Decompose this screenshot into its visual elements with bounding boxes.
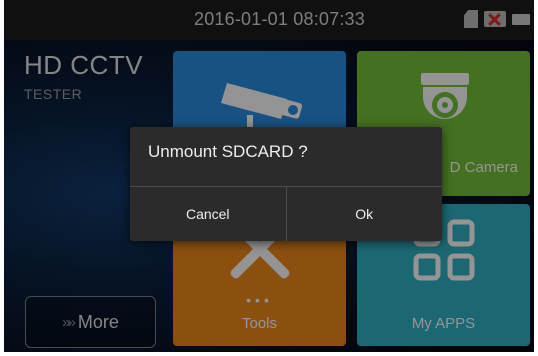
cancel-button[interactable]: Cancel bbox=[130, 187, 286, 241]
unmount-sdcard-dialog: Unmount SDCARD ? Cancel Ok bbox=[130, 127, 442, 241]
double-chevron-right-icon: »» bbox=[62, 313, 76, 331]
brand: HD CCTV TESTER bbox=[24, 50, 143, 102]
tools-page-dots: ••• bbox=[246, 292, 273, 308]
ok-button[interactable]: Ok bbox=[287, 187, 443, 241]
status-datetime: 2016-01-01 08:07:33 bbox=[194, 9, 365, 29]
battery-icon bbox=[512, 13, 530, 25]
more-button-label: More bbox=[77, 311, 119, 332]
network-disconnected-icon bbox=[484, 11, 506, 27]
more-button[interactable]: »» More bbox=[25, 296, 156, 348]
status-bar: 2016-01-01 08:07:33 bbox=[4, 0, 534, 40]
dialog-buttons: Cancel Ok bbox=[130, 187, 442, 241]
brand-title: HD CCTV bbox=[24, 50, 144, 80]
brand-subtitle: TESTER bbox=[24, 86, 83, 102]
tile-tools-label: Tools bbox=[241, 315, 278, 332]
sdcard-icon bbox=[464, 10, 478, 28]
tile-my-apps-label: My APPS bbox=[411, 315, 476, 332]
dialog-title: Unmount SDCARD ? bbox=[148, 142, 308, 161]
status-icons bbox=[464, 10, 530, 28]
